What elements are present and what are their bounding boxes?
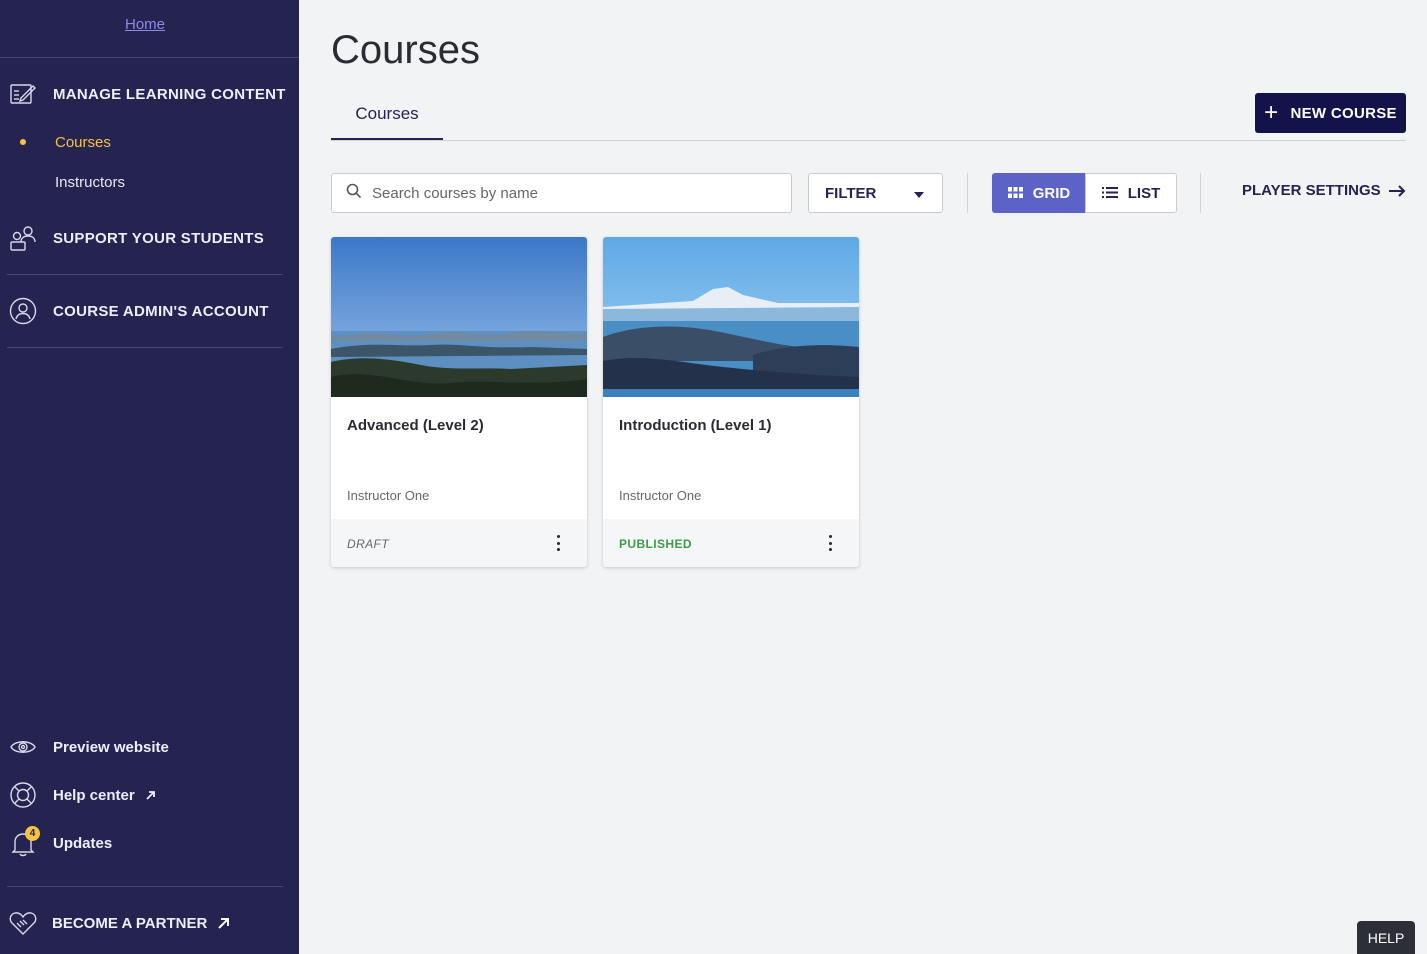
status-badge: PUBLISHED <box>619 537 692 551</box>
sidebar-section-label: COURSE ADMIN'S ACCOUNT <box>53 302 269 320</box>
grid-view-label: GRID <box>1032 184 1071 202</box>
caret-down-icon <box>914 185 924 202</box>
active-bullet <box>20 139 26 145</box>
grid-view-button[interactable]: GRID <box>992 173 1086 213</box>
search-input[interactable] <box>372 184 772 202</box>
filter-dropdown[interactable]: FILTER <box>808 173 943 213</box>
grid-icon <box>1007 185 1023 202</box>
course-card-footer: DRAFT <box>331 519 587 567</box>
page-title: Courses <box>331 28 480 72</box>
more-options-icon[interactable] <box>553 535 563 551</box>
students-icon <box>8 223 38 253</box>
list-icon <box>1101 185 1118 202</box>
new-course-label: NEW COURSE <box>1290 104 1397 122</box>
home-link[interactable]: Home <box>0 16 290 33</box>
course-instructor: Instructor One <box>619 488 702 503</box>
edit-list-icon <box>8 79 38 109</box>
course-thumbnail <box>331 237 587 397</box>
sidebar-section-course-admins-account[interactable]: COURSE ADMIN'S ACCOUNT <box>8 296 269 326</box>
player-settings-link[interactable]: PLAYER SETTINGS <box>1242 182 1406 199</box>
become-partner-link[interactable]: BECOME A PARTNER <box>8 908 231 938</box>
help-center-link[interactable]: Help center <box>8 780 157 810</box>
updates-link[interactable]: 4 Updates <box>8 826 113 858</box>
course-title[interactable]: Advanced (Level 2) <box>347 417 484 434</box>
external-link-icon <box>145 789 157 801</box>
course-card[interactable]: Advanced (Level 2) Instructor One DRAFT <box>331 237 587 567</box>
help-center-label: Help center <box>53 786 135 804</box>
external-link-icon <box>217 916 231 930</box>
course-instructor: Instructor One <box>347 488 430 503</box>
list-view-button[interactable]: LIST <box>1085 173 1177 213</box>
lifebuoy-icon <box>8 780 38 810</box>
sidebar-section-label: MANAGE LEARNING CONTENT <box>53 85 286 103</box>
course-card[interactable]: Introduction (Level 1) Instructor One PU… <box>603 237 859 567</box>
sidebar-item-courses[interactable]: Courses <box>55 134 111 151</box>
help-button[interactable]: HELP <box>1357 921 1415 954</box>
arrow-right-icon <box>1388 184 1406 197</box>
preview-website-label: Preview website <box>53 738 169 756</box>
course-thumbnail <box>603 237 859 397</box>
course-card-footer: PUBLISHED <box>603 519 859 567</box>
bell-icon: 4 <box>8 826 40 858</box>
sidebar-divider <box>0 57 299 58</box>
list-view-label: LIST <box>1127 184 1161 202</box>
handshake-heart-icon <box>8 908 38 938</box>
toolbar-divider <box>1200 173 1201 213</box>
sidebar: Home MANAGE LEARNING CONTENT Courses Ins… <box>0 0 299 954</box>
more-options-icon[interactable] <box>825 535 835 551</box>
sidebar-divider <box>7 886 283 887</box>
search-icon <box>346 183 362 204</box>
become-partner-label: BECOME A PARTNER <box>52 914 208 932</box>
tab-courses[interactable]: Courses <box>331 93 443 141</box>
filter-label: FILTER <box>825 184 877 202</box>
new-course-button[interactable]: + NEW COURSE <box>1255 93 1406 133</box>
sidebar-divider <box>7 347 283 348</box>
sidebar-section-manage-learning-content[interactable]: MANAGE LEARNING CONTENT <box>8 79 286 109</box>
preview-website-link[interactable]: Preview website <box>8 732 169 762</box>
player-settings-label: PLAYER SETTINGS <box>1242 182 1381 199</box>
tabs-divider <box>331 140 1406 141</box>
sidebar-divider <box>7 274 283 275</box>
updates-label: Updates <box>53 834 113 852</box>
status-badge: DRAFT <box>347 537 389 551</box>
course-title[interactable]: Introduction (Level 1) <box>619 417 772 434</box>
updates-count-badge: 4 <box>25 826 40 841</box>
account-icon <box>8 296 38 326</box>
sidebar-section-support-your-students[interactable]: SUPPORT YOUR STUDENTS <box>8 223 264 253</box>
toolbar-divider <box>967 173 968 213</box>
sidebar-item-instructors[interactable]: Instructors <box>55 174 125 191</box>
plus-icon: + <box>1264 99 1279 126</box>
eye-icon <box>8 732 38 762</box>
search-box <box>331 173 792 213</box>
sidebar-section-label: SUPPORT YOUR STUDENTS <box>53 229 265 247</box>
